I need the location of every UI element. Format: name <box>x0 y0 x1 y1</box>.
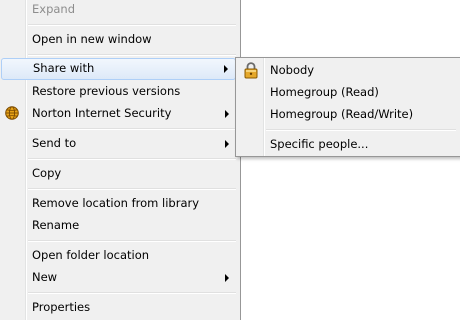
menu-separator <box>28 24 236 26</box>
menu-item-norton-internet-security[interactable]: Norton Internet Security <box>0 103 237 125</box>
menu-item-copy[interactable]: Copy <box>0 163 237 185</box>
menu-separator <box>28 128 236 130</box>
submenu-arrow-icon <box>224 65 228 73</box>
submenu-item-label: Specific people... <box>270 137 369 151</box>
menu-item-label: Share with <box>33 61 95 75</box>
menu-item-expand: Expand <box>0 0 237 21</box>
menu-item-new[interactable]: New <box>0 267 237 289</box>
menu-item-label: New <box>32 270 58 284</box>
submenu-item-label: Homegroup (Read) <box>270 85 379 99</box>
submenu-arrow-icon <box>225 140 229 148</box>
menu-item-label: Expand <box>32 2 76 16</box>
menu-item-remove-location-from-library[interactable]: Remove location from library <box>0 193 237 215</box>
menu-item-label: Open in new window <box>32 32 152 46</box>
submenu-item-homegroup-read-write[interactable]: Homegroup (Read/Write) <box>238 104 458 126</box>
menu-item-label: Restore previous versions <box>32 84 181 98</box>
submenu-item-nobody[interactable]: Nobody <box>238 60 458 82</box>
share-with-submenu: Nobody Homegroup (Read) Homegroup (Read/… <box>235 57 460 157</box>
menu-item-label: Send to <box>32 136 77 150</box>
submenu-item-homegroup-read[interactable]: Homegroup (Read) <box>238 82 458 104</box>
menu-item-open-in-new-window[interactable]: Open in new window <box>0 29 237 51</box>
lock-icon <box>244 62 258 79</box>
submenu-separator <box>266 129 456 131</box>
menu-separator <box>28 292 236 294</box>
menu-item-label: Norton Internet Security <box>32 106 172 120</box>
menu-separator <box>28 240 236 242</box>
submenu-item-label: Nobody <box>270 63 315 77</box>
menu-item-label: Open folder location <box>32 248 150 262</box>
menu-item-rename[interactable]: Rename <box>0 215 237 237</box>
menu-separator <box>28 158 236 160</box>
desktop-canvas: Expand Open in new window Share with Res… <box>0 0 460 320</box>
menu-item-label: Rename <box>32 218 80 232</box>
menu-item-properties[interactable]: Properties <box>0 297 237 319</box>
submenu-item-specific-people[interactable]: Specific people... <box>238 134 458 156</box>
submenu-arrow-icon <box>225 110 229 118</box>
norton-globe-icon <box>5 106 19 120</box>
submenu-item-label: Homegroup (Read/Write) <box>270 107 414 121</box>
menu-item-label: Copy <box>32 166 62 180</box>
menu-item-send-to[interactable]: Send to <box>0 133 237 155</box>
submenu-arrow-icon <box>225 274 229 282</box>
menu-item-label: Remove location from library <box>32 196 200 210</box>
context-menu: Expand Open in new window Share with Res… <box>0 0 241 320</box>
menu-item-share-with[interactable]: Share with <box>1 58 236 80</box>
menu-item-label: Properties <box>32 300 91 314</box>
menu-separator <box>28 188 236 190</box>
menu-item-open-folder-location[interactable]: Open folder location <box>0 245 237 267</box>
menu-separator <box>28 54 236 56</box>
menu-item-restore-previous-versions[interactable]: Restore previous versions <box>0 81 237 103</box>
